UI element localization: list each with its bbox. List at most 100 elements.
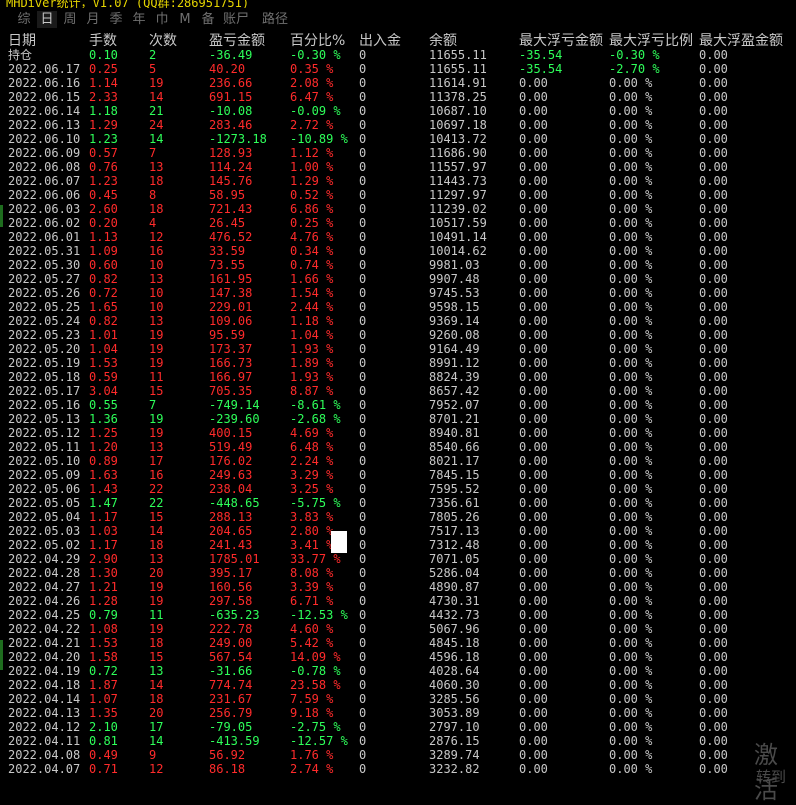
cell-lots: 1.20	[89, 440, 118, 454]
cell-date: 2022.05.17	[8, 384, 81, 398]
tab-m[interactable]: M	[175, 11, 195, 28]
cell-max-float-loss-pct: 0.00 %	[609, 286, 653, 300]
header-balance[interactable]: 余额	[429, 33, 517, 49]
header-max-float-loss[interactable]: 最大浮亏金额	[519, 33, 609, 49]
tab-quarterly[interactable]: 季	[106, 11, 126, 28]
watermark-line2: 转到	[756, 768, 787, 786]
cell-max-float-profit: 0.00	[699, 370, 728, 384]
cell-percent: 8.08 %	[290, 566, 334, 580]
header-date[interactable]: 日期	[8, 33, 90, 49]
cell-max-float-loss-pct: 0.00 %	[609, 230, 653, 244]
cell-date: 2022.05.24	[8, 314, 81, 328]
cell-max-float-loss: 0.00	[519, 580, 548, 594]
tab-notes[interactable]: 备	[198, 11, 218, 28]
cell-max-float-profit: 0.00	[699, 286, 728, 300]
cell-deposit: 0	[359, 426, 367, 440]
cell-max-float-loss: -35.54	[519, 62, 563, 76]
cell-balance: 11378.25	[429, 90, 487, 104]
cell-max-float-loss: 0.00	[519, 762, 548, 776]
tab-yearly[interactable]: 年	[129, 11, 149, 28]
header-max-float-profit[interactable]: 最大浮盈金额	[699, 33, 796, 49]
cell-max-float-loss: 0.00	[519, 370, 548, 384]
cell-date: 2022.04.11	[8, 734, 81, 748]
cell-max-float-loss-pct: 0.00 %	[609, 538, 653, 552]
cell-profit: -36.49	[209, 48, 253, 62]
cell-profit: 33.59	[209, 244, 246, 258]
cell-balance: 3232.82	[429, 762, 480, 776]
cell-max-float-loss-pct: 0.00 %	[609, 384, 653, 398]
cell-percent: 33.77 %	[290, 552, 341, 566]
cell-max-float-loss-pct: 0.00 %	[609, 678, 653, 692]
cell-lots: 1.47	[89, 496, 118, 510]
cell-profit: 166.97	[209, 370, 253, 384]
cell-balance: 4028.64	[429, 664, 480, 678]
cell-trades: 19	[149, 328, 164, 342]
tab-daily[interactable]: 日	[37, 11, 57, 28]
cell-lots: 1.17	[89, 538, 118, 552]
cell-lots: 1.07	[89, 692, 118, 706]
cell-deposit: 0	[359, 412, 367, 426]
period-tab-bar: 综 日 周 月 季 年 巾 M 备 账尸 路径	[0, 9, 796, 29]
cell-date: 2022.06.17	[8, 62, 81, 76]
cell-balance: 7071.05	[429, 552, 480, 566]
cell-balance: 3289.74	[429, 748, 480, 762]
tab-monthly[interactable]: 月	[83, 11, 103, 28]
cell-profit: 288.13	[209, 510, 253, 524]
cell-percent: 2.74 %	[290, 762, 334, 776]
cell-max-float-loss-pct: 0.00 %	[609, 314, 653, 328]
cell-balance: 11297.97	[429, 188, 487, 202]
cell-trades: 19	[149, 76, 164, 90]
tab-account[interactable]: 账尸	[219, 11, 253, 28]
header-deposit[interactable]: 出入金	[359, 33, 427, 49]
cell-trades: 22	[149, 496, 164, 510]
cell-trades: 10	[149, 258, 164, 272]
window-title-bar: MHDiver统计，V1.07 (QQ群:286951751)	[0, 0, 796, 8]
cell-profit: 26.45	[209, 216, 246, 230]
tab-symbol[interactable]: 巾	[152, 11, 172, 28]
header-profit[interactable]: 盈亏金额	[209, 33, 289, 49]
cell-balance: 8940.81	[429, 426, 480, 440]
tab-weekly[interactable]: 周	[60, 11, 80, 28]
cell-balance: 8021.17	[429, 454, 480, 468]
tab-summary[interactable]: 综	[14, 11, 34, 28]
cell-percent: -2.68 %	[290, 412, 341, 426]
cell-percent: 3.25 %	[290, 482, 334, 496]
cell-max-float-loss: 0.00	[519, 636, 548, 650]
cell-percent: 0.34 %	[290, 244, 334, 258]
cell-profit: 297.58	[209, 594, 253, 608]
cell-max-float-loss: 0.00	[519, 426, 548, 440]
cell-max-float-loss-pct: 0.00 %	[609, 412, 653, 426]
cell-lots: 1.13	[89, 230, 118, 244]
cell-profit: 705.35	[209, 384, 253, 398]
cell-deposit: 0	[359, 524, 367, 538]
header-lots[interactable]: 手数	[89, 33, 147, 49]
header-trades[interactable]: 次数	[149, 33, 207, 49]
cell-date: 2022.05.12	[8, 426, 81, 440]
text-cursor-box	[331, 531, 347, 553]
cell-percent: 1.76 %	[290, 748, 334, 762]
cell-deposit: 0	[359, 398, 367, 412]
tab-path[interactable]: 路径	[258, 11, 292, 28]
cell-lots: 1.63	[89, 468, 118, 482]
cell-max-float-profit: 0.00	[699, 160, 728, 174]
cell-date: 2022.06.16	[8, 76, 81, 90]
daily-stats-table: 日期 手数 次数 盈亏金额 百分比% 出入金 余额 最大浮亏金额 最大浮亏比例 …	[0, 31, 796, 789]
cell-balance: 9369.14	[429, 314, 480, 328]
cell-trades: 12	[149, 762, 164, 776]
cell-percent: 1.89 %	[290, 356, 334, 370]
cell-date: 2022.05.16	[8, 398, 81, 412]
cell-profit: -239.60	[209, 412, 260, 426]
header-max-float-loss-pct[interactable]: 最大浮亏比例	[609, 33, 701, 49]
cell-percent: 5.42 %	[290, 636, 334, 650]
cell-max-float-loss: 0.00	[519, 76, 548, 90]
cell-max-float-loss: -35.54	[519, 48, 563, 62]
cell-trades: 20	[149, 706, 164, 720]
cell-date: 2022.05.25	[8, 300, 81, 314]
header-percent[interactable]: 百分比%	[290, 33, 358, 49]
cell-profit: 400.15	[209, 426, 253, 440]
cell-percent: 6.47 %	[290, 90, 334, 104]
cell-max-float-profit: 0.00	[699, 412, 728, 426]
cell-max-float-profit: 0.00	[699, 706, 728, 720]
cell-percent: 3.83 %	[290, 510, 334, 524]
cell-lots: 1.08	[89, 622, 118, 636]
